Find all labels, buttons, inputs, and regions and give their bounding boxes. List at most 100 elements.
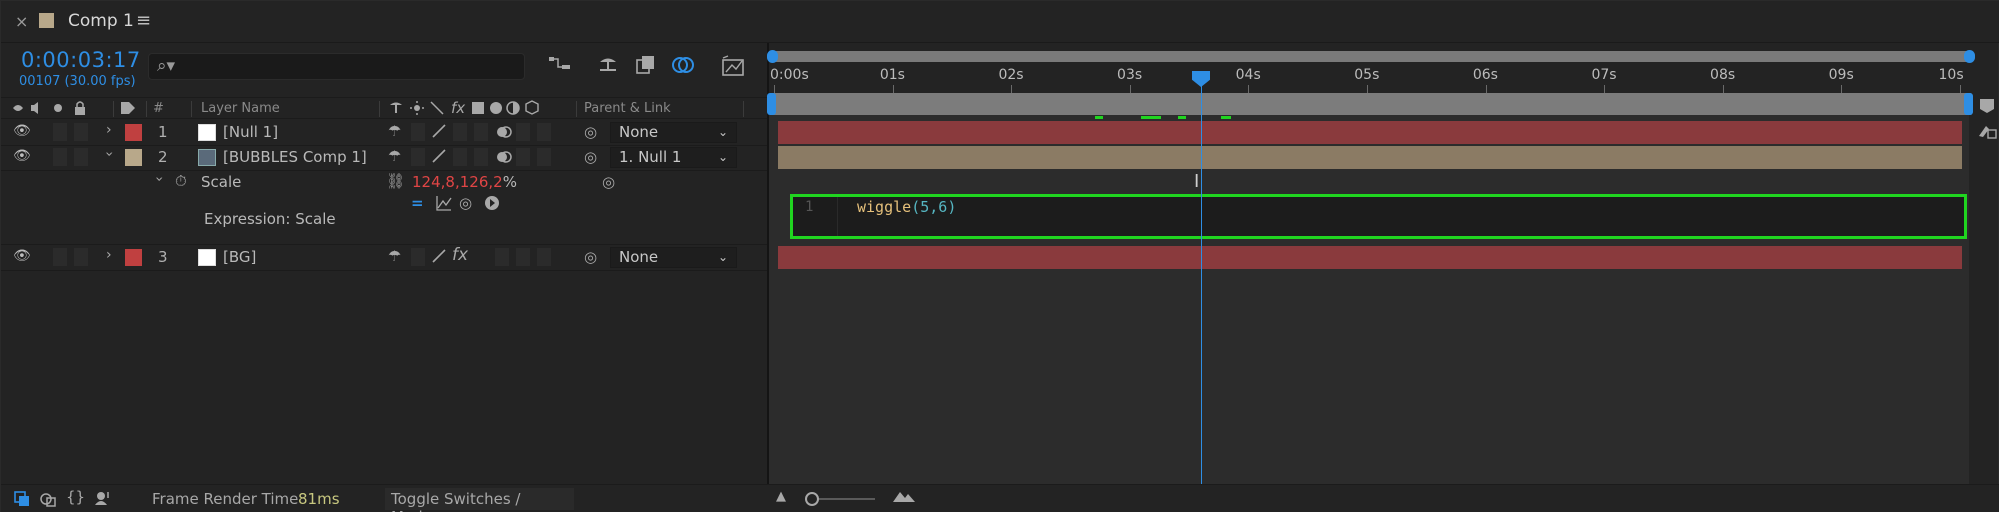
layer-row-2[interactable]: 👁 › 2 [BUBBLES Comp 1] ☂ ◎ 1. Null 1 ⌄ xyxy=(1,145,767,170)
motion-blur-icon[interactable] xyxy=(671,55,697,79)
3d-switch[interactable] xyxy=(537,123,551,141)
search-input[interactable]: ⌕▾ xyxy=(148,53,525,80)
zoom-slider-handle[interactable] xyxy=(805,492,819,506)
chevron-right-icon[interactable]: › xyxy=(106,247,112,263)
layer-name[interactable]: [BUBBLES Comp 1] xyxy=(223,148,367,166)
comp-marker-bin-icon[interactable] xyxy=(1978,97,1996,119)
adjustment-switch[interactable] xyxy=(516,248,530,266)
timeline-area[interactable] xyxy=(769,115,1969,484)
column-layer-name[interactable]: Layer Name xyxy=(201,101,280,116)
quality-switch-icon[interactable] xyxy=(431,123,447,143)
layer-switches-toggle-icon[interactable] xyxy=(13,490,31,512)
frame-blending-icon[interactable] xyxy=(635,55,657,79)
chevron-down-icon[interactable]: › xyxy=(151,176,167,182)
navigator-start-handle[interactable] xyxy=(767,50,778,63)
shy-switch-icon[interactable]: ☂ xyxy=(388,147,401,165)
collapse-switch[interactable] xyxy=(411,123,425,141)
pick-whip-icon[interactable]: ◎ xyxy=(584,123,597,141)
eye-icon[interactable]: 👁 xyxy=(13,248,31,264)
work-area-start-handle[interactable] xyxy=(767,93,776,115)
motion-blur-switch-icon[interactable] xyxy=(495,123,513,145)
current-time-display[interactable]: 0:00:03:17 xyxy=(21,48,141,72)
hamburger-icon[interactable]: ≡ xyxy=(136,10,151,31)
audio-switch[interactable] xyxy=(53,248,67,266)
comp-button-icon[interactable] xyxy=(1976,122,1998,144)
expression-graph-icon[interactable] xyxy=(435,194,453,216)
navigator-end-handle[interactable] xyxy=(1964,50,1975,63)
expression-editor[interactable]: 1 wiggle(5,6) xyxy=(790,194,1967,239)
scale-property-row[interactable]: › ⏱ Scale ⛓ 124,8,126,2% ◎ xyxy=(1,170,767,195)
work-area-end-handle[interactable] xyxy=(1964,93,1973,115)
collapse-switch[interactable] xyxy=(411,148,425,166)
solo-switch[interactable] xyxy=(74,123,88,141)
pick-whip-icon[interactable]: ◎ xyxy=(584,248,597,266)
layer-bar-bubbles[interactable] xyxy=(778,146,1962,169)
parent-dropdown[interactable]: 1. Null 1 ⌄ xyxy=(610,147,737,168)
graph-editor-icon[interactable] xyxy=(721,55,747,81)
layer-row-3[interactable]: 👁 › 3 [BG] ☂ fx ◎ None ⌄ xyxy=(1,245,767,270)
enable-expression-icon[interactable]: = xyxy=(411,194,424,212)
toggle-switches-modes-button[interactable]: Toggle Switches / Modes xyxy=(385,488,574,512)
shy-switch-icon[interactable]: ☂ xyxy=(388,247,401,265)
label-color-swatch[interactable] xyxy=(125,249,142,266)
zoom-in-icon[interactable] xyxy=(891,488,917,508)
parent-dropdown[interactable]: None ⌄ xyxy=(610,122,737,143)
layer-name[interactable]: [BG] xyxy=(223,248,256,266)
av-features-icon[interactable] xyxy=(11,99,89,121)
eye-icon[interactable]: 👁 xyxy=(13,148,31,164)
layer-bar-bg[interactable] xyxy=(778,246,1962,269)
solo-switch[interactable] xyxy=(74,148,88,166)
label-tag-icon[interactable] xyxy=(119,99,137,121)
stopwatch-icon[interactable]: ⏱ xyxy=(175,172,187,190)
fx-icon[interactable]: fx xyxy=(452,245,468,265)
pick-whip-icon[interactable]: ◎ xyxy=(584,148,597,166)
work-area-bar[interactable] xyxy=(771,93,1972,115)
layer-row-1[interactable]: 👁 › 1 [Null 1] ☂ ◎ None ⌄ xyxy=(1,120,767,145)
current-time-indicator-head[interactable] xyxy=(1192,71,1210,87)
tab-title[interactable]: Comp 1 xyxy=(68,11,134,31)
label-color-swatch[interactable] xyxy=(125,124,142,141)
solo-switch[interactable] xyxy=(74,248,88,266)
audio-switch[interactable] xyxy=(53,123,67,141)
3d-switch[interactable] xyxy=(537,248,551,266)
zoom-out-icon[interactable]: ▲ xyxy=(776,489,786,504)
collapse-switch[interactable] xyxy=(411,248,425,266)
parent-dropdown[interactable]: None ⌄ xyxy=(610,247,737,268)
adjustment-switch[interactable] xyxy=(516,123,530,141)
scale-x-value[interactable]: 124,8 xyxy=(412,173,455,191)
chevron-right-icon[interactable]: › xyxy=(106,122,112,138)
pick-whip-icon[interactable]: ◎ xyxy=(602,173,615,191)
frame-blend-switch[interactable] xyxy=(474,123,488,141)
current-time-indicator[interactable] xyxy=(1201,77,1202,487)
expression-text[interactable]: wiggle(5,6) xyxy=(857,198,956,216)
in-out-toggle-icon[interactable]: {} xyxy=(66,488,85,506)
3d-switch[interactable] xyxy=(537,148,551,166)
effect-switch[interactable] xyxy=(453,123,467,141)
motion-blur-switch[interactable] xyxy=(495,248,509,266)
eye-icon[interactable]: 👁 xyxy=(13,123,31,139)
effect-switch[interactable] xyxy=(453,148,467,166)
quality-switch-icon[interactable] xyxy=(431,148,447,168)
layer-name[interactable]: [Null 1] xyxy=(223,123,278,141)
constrain-proportions-icon[interactable]: ⛓ xyxy=(386,172,405,190)
transfer-controls-toggle-icon[interactable] xyxy=(39,490,57,512)
expression-pick-whip-icon[interactable]: ◎ xyxy=(459,194,472,212)
audio-switch[interactable] xyxy=(53,148,67,166)
shy-switch-icon[interactable]: ☂ xyxy=(388,122,401,140)
adjustment-switch[interactable] xyxy=(516,148,530,166)
time-navigator[interactable] xyxy=(771,51,1972,62)
scale-value[interactable]: 124,8,126,2% xyxy=(412,173,517,191)
chevron-down-icon[interactable]: › xyxy=(101,151,117,157)
expression-language-menu-icon[interactable] xyxy=(483,194,501,216)
shy-layers-icon[interactable] xyxy=(597,55,619,77)
render-time-toggle-icon[interactable] xyxy=(93,489,113,511)
composition-flowchart-icon[interactable] xyxy=(548,55,572,77)
layer-bar-null[interactable] xyxy=(778,121,1962,144)
column-hash[interactable]: # xyxy=(153,101,164,116)
scale-y-value[interactable]: 126,2 xyxy=(460,173,503,191)
quality-switch-icon[interactable] xyxy=(431,248,447,268)
motion-blur-switch-icon[interactable] xyxy=(495,148,513,170)
column-parent-link[interactable]: Parent & Link xyxy=(584,101,671,116)
label-color-swatch[interactable] xyxy=(125,149,142,166)
close-icon[interactable]: × xyxy=(15,12,28,31)
